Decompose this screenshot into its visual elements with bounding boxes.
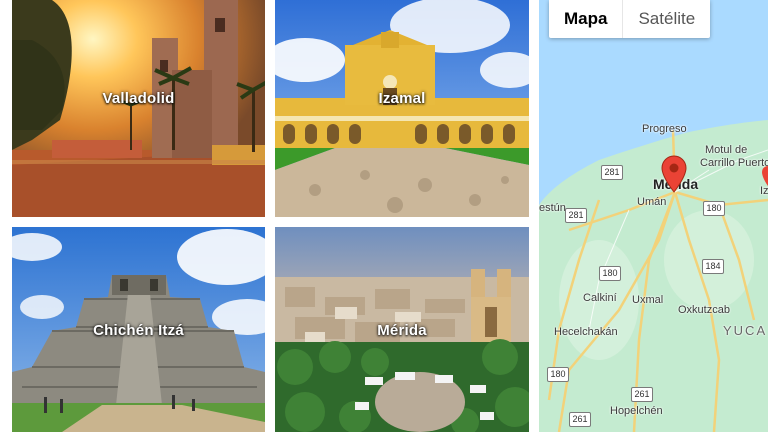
destination-label: Mérida [377, 322, 427, 339]
destination-card-chichen-itza[interactable]: Chichén Itzá [12, 227, 265, 432]
highway-shield-180: 180 [703, 201, 725, 216]
map-type-control: Mapa Satélite [549, 0, 711, 38]
map-label-hecelchakan: Hecelchakán [554, 326, 618, 338]
map-marker-icon[interactable] [661, 155, 687, 193]
highway-shield-281: 281 [565, 208, 587, 223]
map-label-calkini: Calkiní [583, 292, 617, 304]
destination-label: Chichén Itzá [93, 322, 184, 339]
izamal-photo [275, 0, 529, 217]
map-marker-icon[interactable] [762, 165, 768, 187]
map-label-hopelchen: Hopelchén [610, 405, 663, 417]
highway-shield-180: 180 [547, 367, 569, 382]
destination-grid: Valladolid Izamal Chichén Itzá Mérida [0, 0, 540, 432]
highway-shield-261: 261 [569, 412, 591, 427]
highway-shield-180: 180 [599, 266, 621, 281]
map-type-map-button[interactable]: Mapa [549, 0, 622, 38]
map-label-yucatan: YUCA [723, 323, 768, 338]
map-label-oxkutzcab: Oxkutzcab [678, 304, 730, 316]
destination-card-valladolid[interactable]: Valladolid [12, 0, 265, 217]
destination-card-izamal[interactable]: Izamal [275, 0, 529, 217]
valladolid-photo [12, 0, 265, 217]
destination-card-merida[interactable]: Mérida [275, 227, 529, 432]
map-label-uxmal: Uxmal [632, 294, 664, 306]
map-type-satellite-button[interactable]: Satélite [622, 0, 710, 38]
destination-label: Izamal [378, 90, 426, 107]
map-label-progreso: Progreso [642, 123, 687, 135]
map-label-motul: Motul de [705, 144, 748, 156]
highway-shield-261: 261 [631, 387, 653, 402]
map-panel[interactable]: Mapa Satélite Progreso Motul de Carrillo… [539, 0, 768, 432]
highway-shield-281: 281 [601, 165, 623, 180]
destination-label: Valladolid [102, 90, 175, 107]
map-label-carrillo: Carrillo Puerto [700, 157, 768, 169]
highway-shield-184: 184 [702, 259, 724, 274]
map-label-uman: Umán [637, 196, 667, 208]
map-label-celestun: estún [539, 202, 566, 214]
